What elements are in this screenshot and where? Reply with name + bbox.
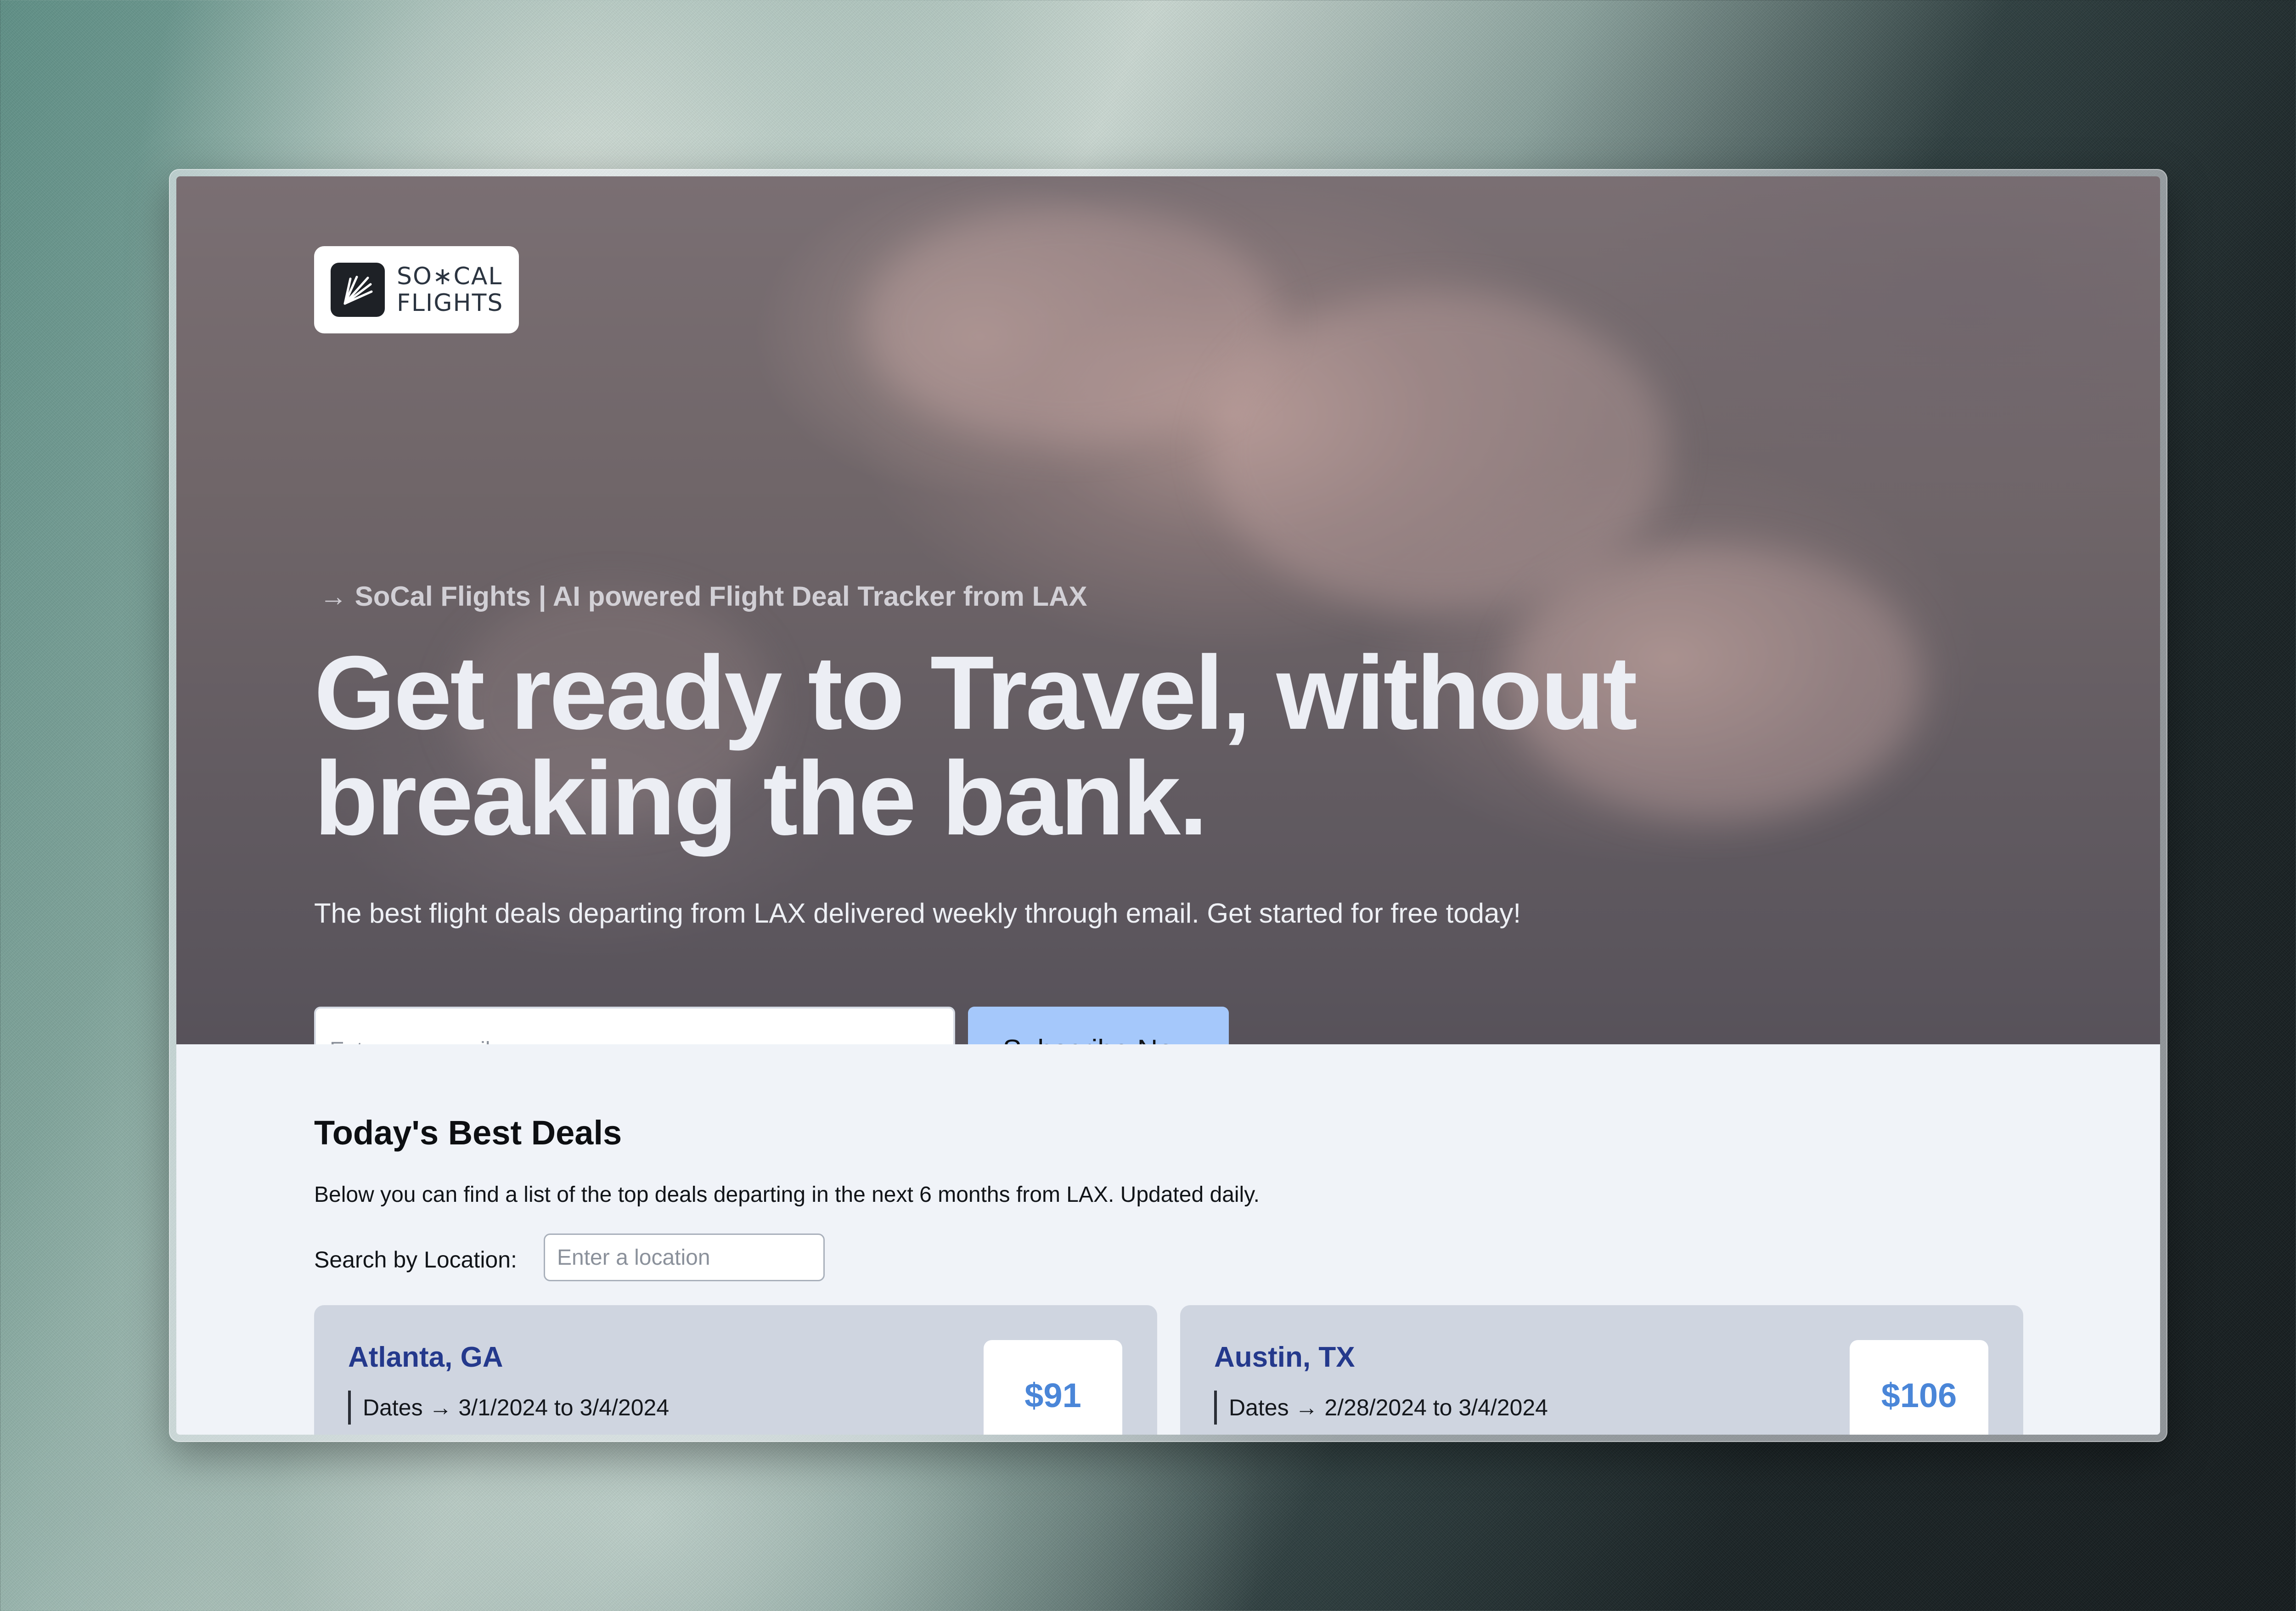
deal-dates: Dates → 2/28/2024 to 3/4/2024 xyxy=(1214,1391,1548,1425)
hero-subtitle: The best flight deals departing from LAX… xyxy=(314,898,1521,929)
deals-section: Today's Best Deals Below you can find a … xyxy=(176,1044,2160,1435)
deal-price-badge: $91 xyxy=(984,1340,1122,1435)
deals-content: Today's Best Deals Below you can find a … xyxy=(314,1044,2024,1435)
deal-city-link[interactable]: Atlanta, GA xyxy=(348,1341,503,1374)
deal-price-badge: $106 xyxy=(1850,1340,1988,1435)
deal-city-link[interactable]: Austin, TX xyxy=(1214,1341,1355,1374)
location-search-label: Search by Location: xyxy=(314,1247,517,1273)
site-logo[interactable]: SO∗CAL FLIGHTS xyxy=(314,246,519,333)
hero-section: SO∗CAL FLIGHTS → SoCal Flights | AI powe… xyxy=(176,176,2160,1044)
deals-description: Below you can find a list of the top dea… xyxy=(314,1183,1260,1207)
deal-dates: Dates → 3/1/2024 to 3/4/2024 xyxy=(348,1391,669,1425)
hero-headline: Get ready to Travel, without breaking th… xyxy=(314,635,1638,857)
web-page[interactable]: SO∗CAL FLIGHTS → SoCal Flights | AI powe… xyxy=(176,176,2160,1435)
deal-card[interactable]: Atlanta, GA Dates → 3/1/2024 to 3/4/2024… xyxy=(314,1305,1157,1435)
logo-mark-icon xyxy=(331,263,385,317)
logo-wordmark: SO∗CAL FLIGHTS xyxy=(397,263,503,316)
hero-eyebrow: → SoCal Flights | AI powered Flight Deal… xyxy=(320,581,1087,612)
location-search-input[interactable] xyxy=(544,1234,825,1281)
hero-content: SO∗CAL FLIGHTS → SoCal Flights | AI powe… xyxy=(314,176,2105,1044)
browser-frame: SO∗CAL FLIGHTS → SoCal Flights | AI powe… xyxy=(169,169,2167,1442)
deals-title: Today's Best Deals xyxy=(314,1114,622,1152)
logo-line-1: SO∗CAL xyxy=(397,263,503,290)
logo-line-2: FLIGHTS xyxy=(397,289,504,317)
deal-card[interactable]: Austin, TX Dates → 2/28/2024 to 3/4/2024… xyxy=(1180,1305,2023,1435)
